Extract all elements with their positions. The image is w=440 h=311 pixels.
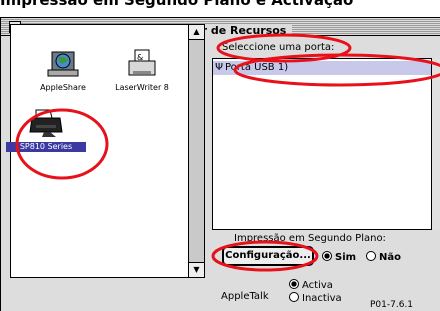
driver-label: SP810 Series: [6, 142, 86, 152]
background-printing-label: Impressão em Segundo Plano:: [234, 233, 386, 244]
inkjet-printer-icon: [29, 109, 63, 137]
appletalk-label: AppleTalk: [221, 291, 269, 302]
radio-selected-icon: [289, 279, 299, 289]
driver-laserwriter[interactable]: & LaserWriter 8: [102, 49, 182, 93]
radio-label: Sim: [335, 252, 357, 263]
port-list[interactable]: Ψ Porta USB 1): [212, 58, 440, 230]
scroll-down-icon[interactable]: ▼: [189, 262, 204, 277]
port-item-label: Porta USB 1): [225, 62, 289, 73]
page-heading: Impressão em Segundo Plano e Activação: [0, 0, 354, 9]
figure-code: P01-7.6.1: [370, 300, 414, 310]
background-off-radio[interactable]: Não: [366, 251, 401, 264]
scroll-up-icon[interactable]: ▲: [189, 25, 204, 40]
setup-button[interactable]: Configuração...: [222, 246, 314, 266]
radio-empty-icon: [366, 251, 376, 261]
background-on-radio[interactable]: Sim: [322, 251, 357, 264]
driver-label: LaserWriter 8: [115, 83, 169, 92]
laserwriter-icon: &: [128, 49, 156, 76]
radio-label: Activa: [302, 280, 333, 291]
driver-label: AppleShare: [40, 83, 86, 92]
radio-label: Inactiva: [302, 293, 342, 304]
port-item-usb[interactable]: Ψ Porta USB 1): [213, 61, 439, 75]
appleshare-icon: [47, 51, 79, 77]
driver-list-scrollbar[interactable]: ▲ ▼: [188, 24, 205, 278]
port-prompt: Seleccione uma porta:: [222, 42, 335, 53]
driver-sp810[interactable]: SP810 Series: [6, 108, 86, 152]
usb-icon: Ψ: [215, 62, 223, 73]
radio-selected-icon: [322, 251, 332, 261]
port-list-scrollbar[interactable]: [431, 58, 440, 230]
appletalk-inactive-radio[interactable]: Inactiva: [289, 292, 342, 305]
radio-empty-icon: [289, 292, 299, 302]
radio-label: Não: [379, 252, 401, 263]
appletalk-active-radio[interactable]: Activa: [289, 279, 333, 292]
driver-appleshare[interactable]: AppleShare: [23, 49, 103, 93]
